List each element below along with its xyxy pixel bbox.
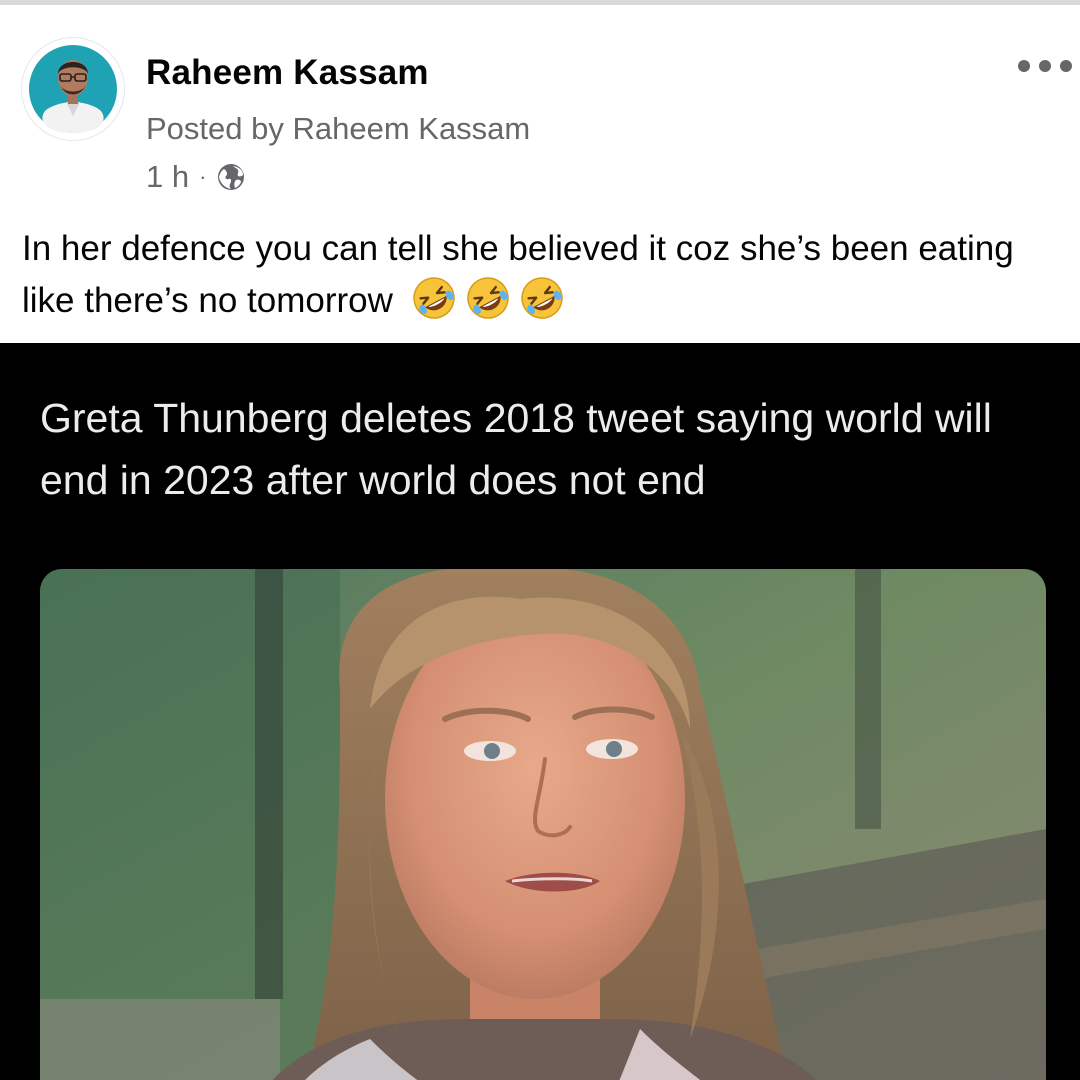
rolling-on-floor-laughing-emoji xyxy=(520,277,563,319)
more-options-icon xyxy=(1018,60,1030,72)
post-timestamp[interactable]: 1 h xyxy=(146,159,189,195)
posted-by-label[interactable]: Posted by Raheem Kassam xyxy=(146,111,530,147)
portrait-photo xyxy=(40,569,1046,1080)
author-name[interactable]: Raheem Kassam xyxy=(146,53,429,93)
more-options-dot xyxy=(1060,60,1072,72)
post-header: Raheem Kassam Posted by Raheem Kassam 1 … xyxy=(0,5,1080,343)
avatar-image xyxy=(29,45,117,133)
author-avatar[interactable] xyxy=(22,38,124,140)
meta-separator: · xyxy=(199,164,207,189)
news-photo[interactable] xyxy=(40,569,1046,1080)
post-meta: 1 h · xyxy=(146,157,246,197)
rolling-on-floor-laughing-emoji xyxy=(412,277,455,319)
more-options-dot xyxy=(1039,60,1051,72)
post-caption: In her defence you can tell she believed… xyxy=(22,223,1062,327)
more-options-button[interactable] xyxy=(1018,51,1072,81)
rolling-on-floor-laughing-emoji xyxy=(466,277,509,319)
media-headline: Greta Thunberg deletes 2018 tweet saying… xyxy=(40,395,992,503)
post-media[interactable]: Greta Thunberg deletes 2018 tweet saying… xyxy=(0,343,1080,1080)
globe-icon[interactable] xyxy=(216,162,246,192)
